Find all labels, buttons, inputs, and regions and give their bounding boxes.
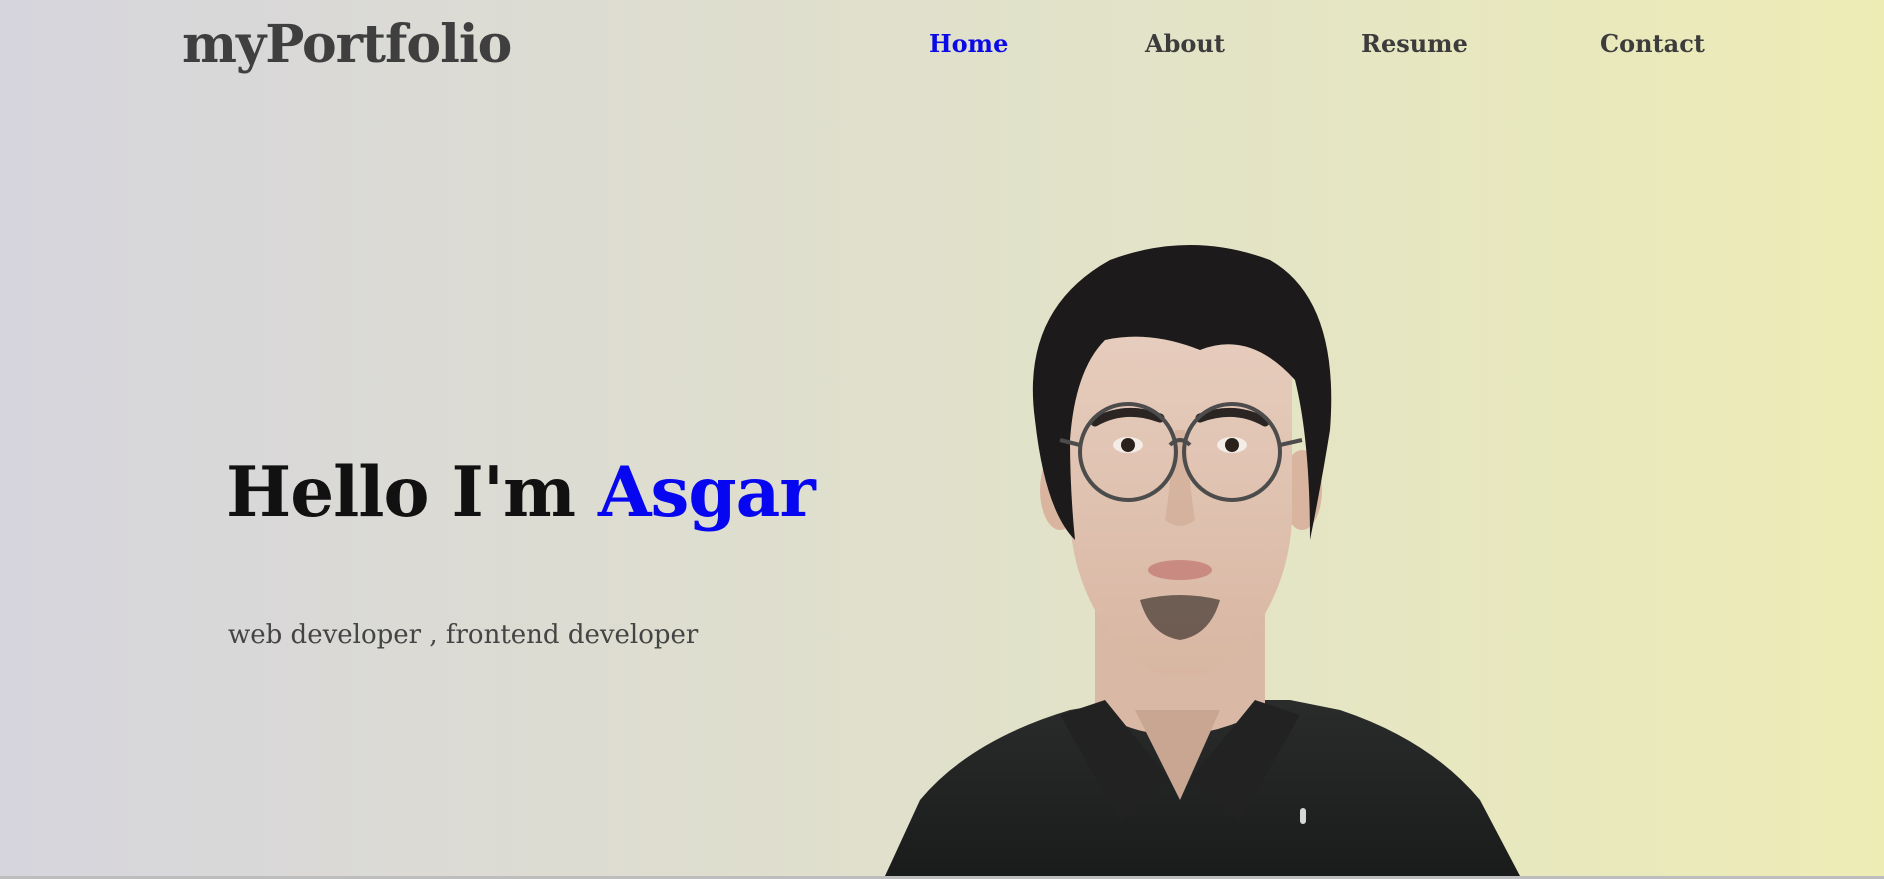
hero-subtitle: web developer , frontend developer [228,620,699,650]
main-nav: Home About Resume Contact [0,26,1884,62]
hero-greeting: Hello I'm [226,452,576,533]
nav-about-link[interactable]: About [1145,26,1225,62]
nav-resume-link[interactable]: Resume [1361,26,1468,62]
hero-heading: Hello I'm Asgar [226,448,816,538]
nav-contact-link[interactable]: Contact [1600,26,1705,62]
hero-name: Asgar [598,452,816,533]
page: myPortfolio Home About Resume Contact He… [0,0,1884,876]
nav-home-link[interactable]: Home [929,26,1008,62]
profile-photo [885,245,1520,876]
